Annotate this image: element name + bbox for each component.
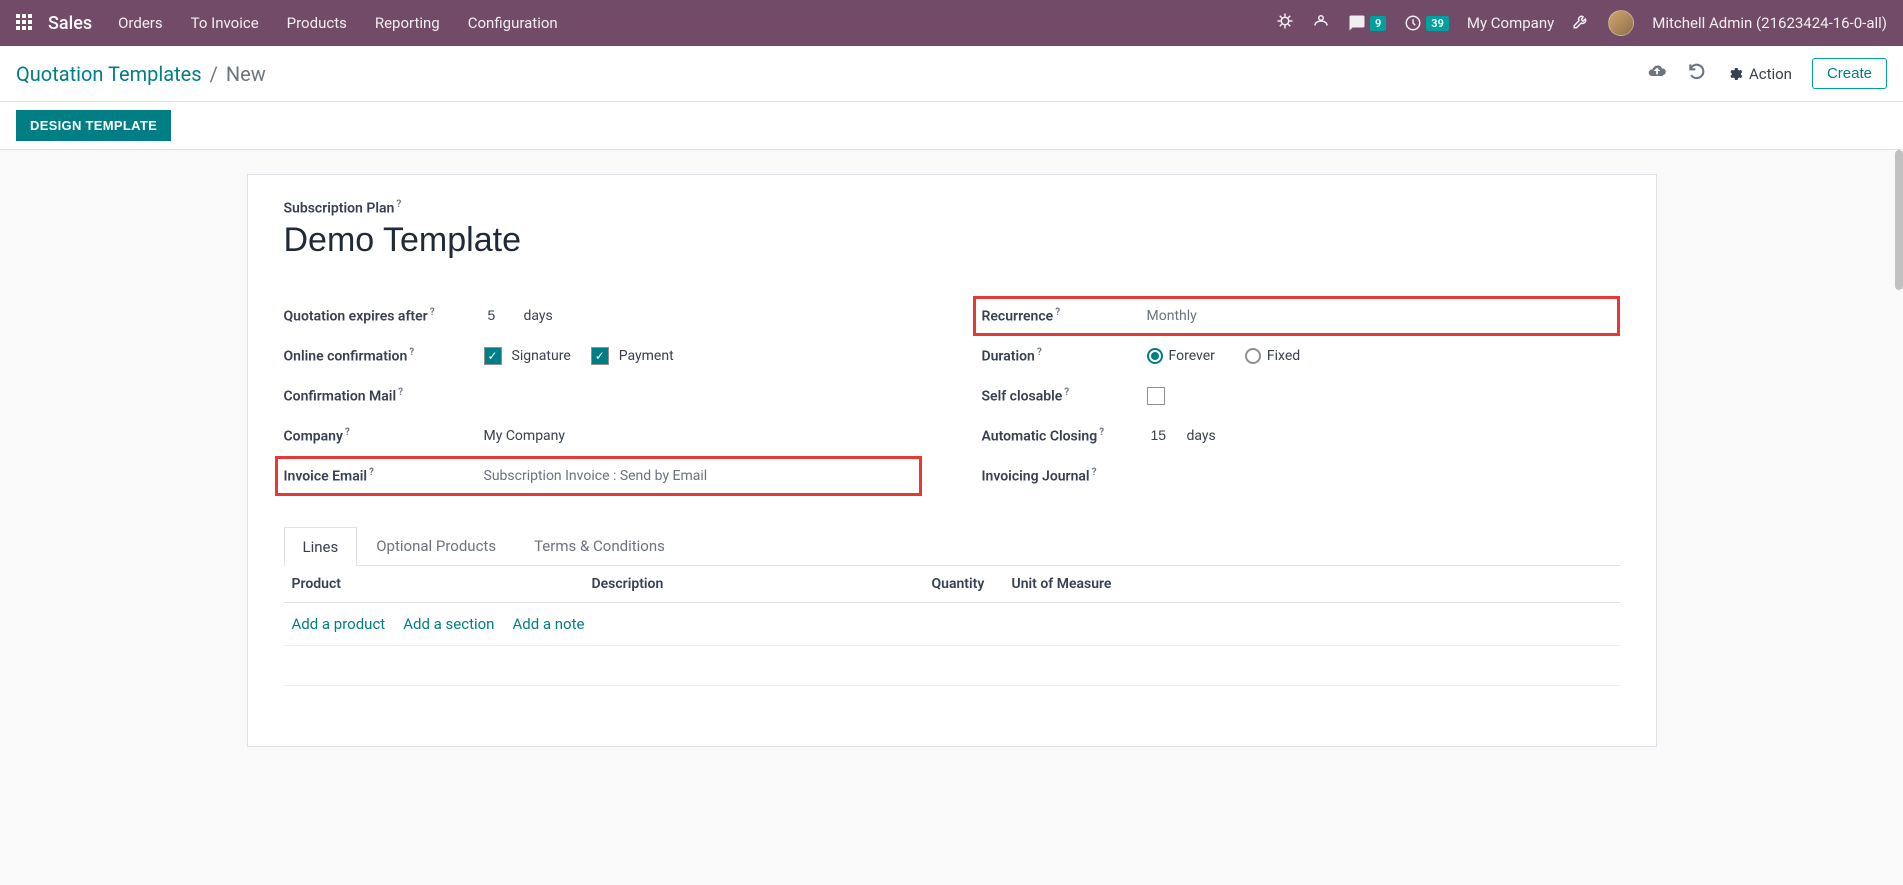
invoice-email-label: Invoice Email? bbox=[284, 467, 484, 485]
form-container: Subscription Plan? Quotation expires aft… bbox=[0, 150, 1903, 771]
signature-checkbox[interactable]: ✓ bbox=[484, 347, 502, 365]
add-section-link[interactable]: Add a section bbox=[403, 615, 494, 633]
self-closable-checkbox[interactable] bbox=[1147, 387, 1165, 405]
confirmation-mail-input[interactable] bbox=[484, 385, 922, 406]
scrollbar[interactable] bbox=[1895, 150, 1903, 290]
col-description: Description bbox=[592, 576, 932, 592]
breadcrumb-parent[interactable]: Quotation Templates bbox=[16, 62, 202, 86]
company-value[interactable]: My Company bbox=[484, 428, 566, 444]
avatar[interactable] bbox=[1608, 10, 1634, 36]
top-navbar: Sales Orders To Invoice Products Reporti… bbox=[0, 0, 1903, 46]
empty-row bbox=[284, 646, 1620, 686]
bug-icon[interactable] bbox=[1276, 12, 1294, 34]
quotation-expires-label: Quotation expires after? bbox=[284, 307, 484, 325]
lines-table-header: Product Description Quantity Unit of Mea… bbox=[284, 566, 1620, 603]
messages-button[interactable]: 9 bbox=[1348, 14, 1386, 32]
tab-lines[interactable]: Lines bbox=[284, 527, 358, 566]
subscription-plan-label: Subscription Plan? bbox=[284, 199, 1620, 217]
nav-products[interactable]: Products bbox=[287, 14, 347, 32]
app-brand[interactable]: Sales bbox=[48, 13, 92, 34]
create-button[interactable]: Create bbox=[1812, 58, 1887, 89]
col-quantity: Quantity bbox=[932, 576, 1012, 592]
auto-close-value-input[interactable] bbox=[1147, 425, 1177, 446]
add-product-link[interactable]: Add a product bbox=[292, 615, 386, 633]
recurrence-label: Recurrence? bbox=[982, 307, 1147, 325]
confirmation-mail-label: Confirmation Mail? bbox=[284, 387, 484, 405]
duration-label: Duration? bbox=[982, 347, 1147, 365]
activities-button[interactable]: 39 bbox=[1404, 14, 1449, 32]
company-switcher[interactable]: My Company bbox=[1467, 14, 1554, 32]
online-confirmation-label: Online confirmation? bbox=[284, 347, 484, 365]
self-closable-label: Self closable? bbox=[982, 387, 1147, 405]
signature-label: Signature bbox=[512, 348, 571, 364]
add-note-link[interactable]: Add a note bbox=[512, 615, 584, 633]
nav-reporting[interactable]: Reporting bbox=[375, 14, 440, 32]
cloud-upload-icon[interactable] bbox=[1647, 61, 1667, 86]
tab-optional-products[interactable]: Optional Products bbox=[357, 526, 515, 565]
expires-unit: days bbox=[524, 308, 553, 324]
nav-to-invoice[interactable]: To Invoice bbox=[191, 14, 259, 32]
expires-value-input[interactable] bbox=[484, 305, 514, 326]
debug-icon[interactable] bbox=[1312, 12, 1330, 34]
payment-checkbox[interactable]: ✓ bbox=[591, 347, 609, 365]
invoicing-journal-label: Invoicing Journal? bbox=[982, 467, 1147, 485]
recurrence-value[interactable]: Monthly bbox=[1147, 308, 1197, 324]
invoice-email-value[interactable]: Subscription Invoice : Send by Email bbox=[484, 468, 708, 484]
duration-fixed-radio[interactable]: Fixed bbox=[1245, 348, 1300, 364]
invoicing-journal-input[interactable] bbox=[1147, 465, 1620, 486]
control-panel: Quotation Templates / New Action Create bbox=[0, 46, 1903, 102]
company-label: Company? bbox=[284, 427, 484, 445]
action-button-label: Action bbox=[1749, 65, 1792, 83]
nav-menu: Orders To Invoice Products Reporting Con… bbox=[118, 14, 558, 32]
auto-close-unit: days bbox=[1187, 428, 1216, 444]
statusbar: DESIGN TEMPLATE bbox=[0, 102, 1903, 150]
gear-icon bbox=[1727, 66, 1743, 82]
lines-table-actions-row: Add a product Add a section Add a note bbox=[284, 603, 1620, 646]
nav-orders[interactable]: Orders bbox=[118, 14, 163, 32]
form-sheet: Subscription Plan? Quotation expires aft… bbox=[247, 174, 1657, 747]
breadcrumb: Quotation Templates / New bbox=[16, 62, 266, 86]
design-template-button[interactable]: DESIGN TEMPLATE bbox=[16, 110, 171, 141]
notebook-tabs: Lines Optional Products Terms & Conditio… bbox=[284, 526, 1620, 566]
automatic-closing-label: Automatic Closing? bbox=[982, 427, 1147, 445]
nav-configuration[interactable]: Configuration bbox=[468, 14, 558, 32]
col-uom: Unit of Measure bbox=[1012, 576, 1612, 592]
activities-badge: 39 bbox=[1426, 16, 1449, 31]
breadcrumb-separator: / bbox=[210, 62, 218, 86]
col-product: Product bbox=[292, 576, 592, 592]
payment-label: Payment bbox=[619, 348, 674, 364]
discard-icon[interactable] bbox=[1687, 61, 1707, 86]
template-name-input[interactable] bbox=[284, 221, 1620, 260]
user-menu[interactable]: Mitchell Admin (21623424-16-0-all) bbox=[1652, 14, 1887, 32]
action-button[interactable]: Action bbox=[1727, 65, 1792, 83]
breadcrumb-current: New bbox=[226, 62, 266, 86]
duration-forever-radio[interactable]: Forever bbox=[1147, 348, 1215, 364]
messages-badge: 9 bbox=[1370, 16, 1386, 31]
tab-terms-conditions[interactable]: Terms & Conditions bbox=[515, 526, 684, 565]
apps-icon[interactable] bbox=[16, 14, 34, 32]
tools-icon[interactable] bbox=[1572, 12, 1590, 34]
